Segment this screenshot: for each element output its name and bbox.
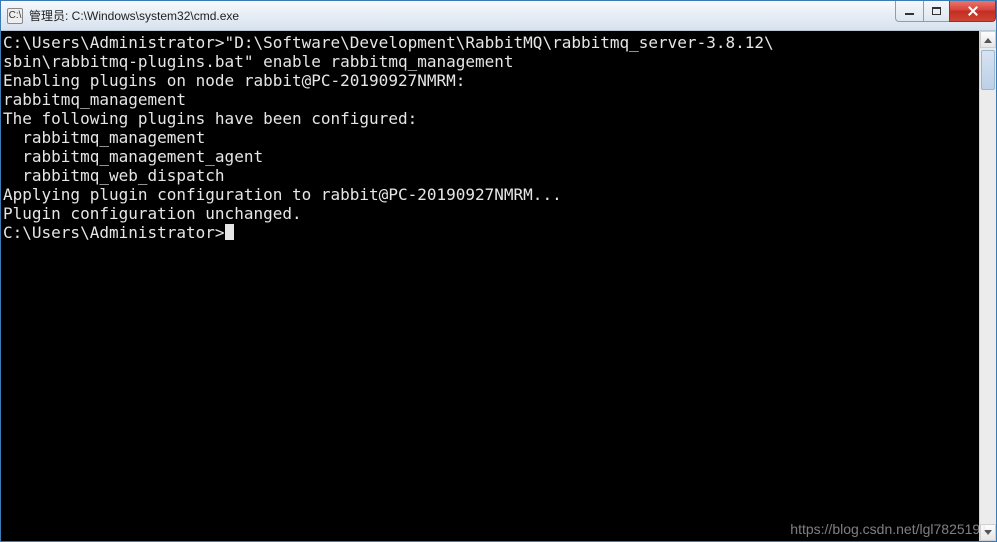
terminal-line: Plugin configuration unchanged. (3, 204, 979, 223)
scrollbar-thumb[interactable] (981, 50, 995, 90)
maximize-button[interactable] (923, 1, 950, 22)
window-title: 管理员: C:\Windows\system32\cmd.exe (29, 7, 239, 24)
cursor (225, 224, 234, 240)
terminal-line: rabbitmq_web_dispatch (3, 166, 979, 185)
minimize-button[interactable] (895, 1, 924, 22)
chevron-up-icon (984, 34, 992, 43)
titlebar[interactable]: C:\ 管理员: C:\Windows\system32\cmd.exe (1, 1, 996, 31)
cmd-window: C:\ 管理员: C:\Windows\system32\cmd.exe C:\… (0, 0, 997, 542)
terminal-line: Enabling plugins on node rabbit@PC-20190… (3, 71, 979, 90)
terminal-line: rabbitmq_management (3, 128, 979, 147)
terminal-line: rabbitmq_management (3, 90, 979, 109)
terminal-line: Applying plugin configuration to rabbit@… (3, 185, 979, 204)
scroll-down-button[interactable] (980, 524, 996, 541)
terminal-line: sbin\rabbitmq-plugins.bat" enable rabbit… (3, 52, 979, 71)
maximize-icon (932, 7, 941, 15)
terminal-line: rabbitmq_management_agent (3, 147, 979, 166)
close-icon (967, 5, 979, 17)
cmd-icon: C:\ (7, 8, 23, 24)
terminal-line: The following plugins have been configur… (3, 109, 979, 128)
close-button[interactable] (949, 1, 996, 22)
terminal-line: C:\Users\Administrator>"D:\Software\Deve… (3, 33, 979, 52)
terminal-area: C:\Users\Administrator>"D:\Software\Deve… (1, 31, 996, 541)
terminal-line: C:\Users\Administrator> (3, 223, 979, 242)
chevron-down-icon (984, 530, 992, 539)
window-controls (896, 1, 996, 22)
scrollbar-track[interactable] (980, 48, 996, 524)
scroll-up-button[interactable] (980, 31, 996, 48)
vertical-scrollbar[interactable] (979, 31, 996, 541)
terminal-output[interactable]: C:\Users\Administrator>"D:\Software\Deve… (1, 31, 979, 541)
minimize-icon (905, 13, 914, 15)
